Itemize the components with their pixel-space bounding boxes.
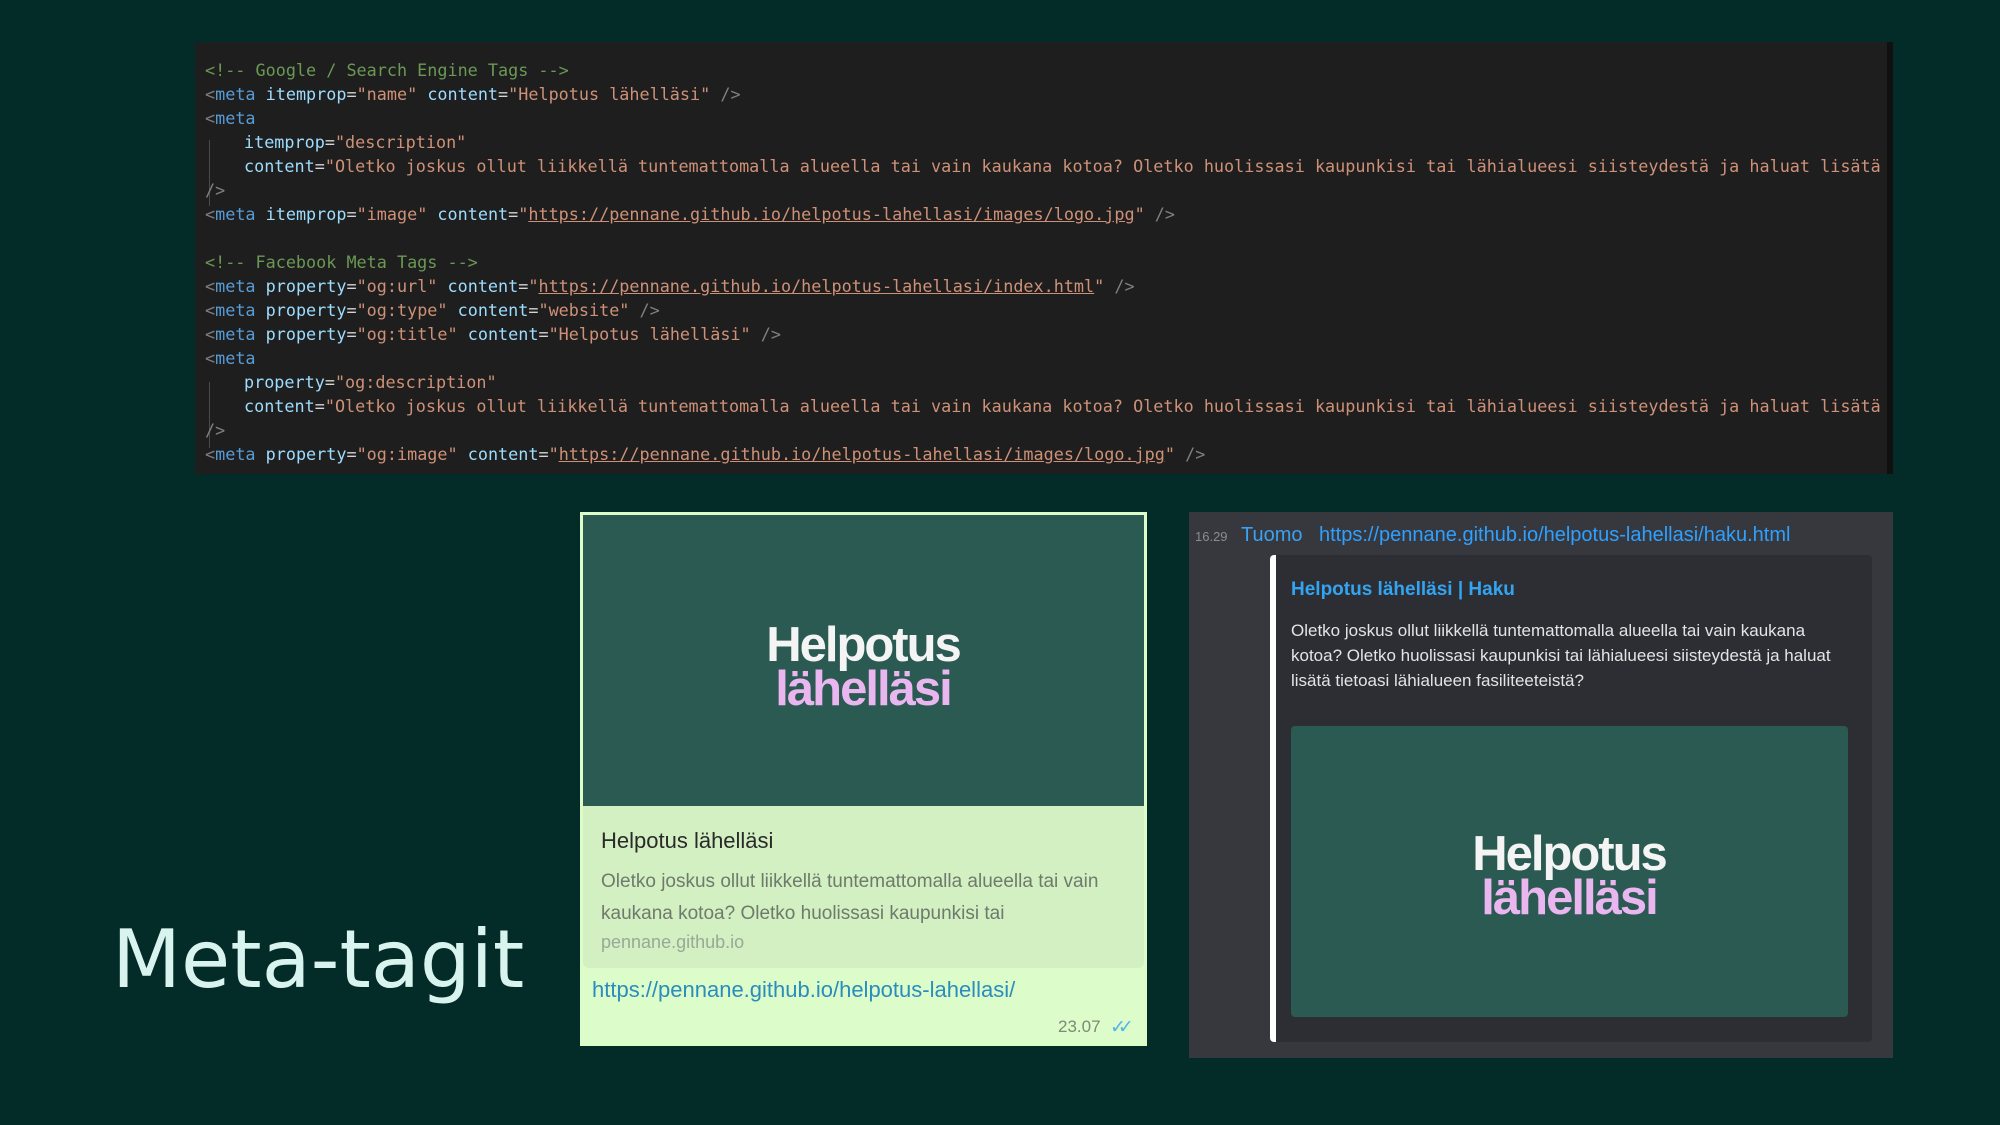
discord-message: 16.29 Tuomo https://pennane.github.io/he… [1189, 512, 1893, 1058]
message-time: 23.07 [1058, 1017, 1101, 1036]
code-line-meta-open: <meta [205, 108, 256, 128]
preview-description: Oletko joskus ollut liikkellä tuntematto… [601, 871, 1099, 924]
code-line-og-type: <meta property="og:type" content="websit… [205, 300, 660, 320]
helpotus-logo: Helpotus lähelläsi [766, 618, 962, 716]
code-line-itemprop-image: <meta itemprop="image" content="https://… [205, 204, 1176, 224]
message-link[interactable]: https://pennane.github.io/helpotus-lahel… [592, 970, 1015, 1010]
embed-title[interactable]: Helpotus lähelläsi | Haku [1291, 579, 1515, 601]
preview-meta[interactable]: Helpotus lähelläsi Oletko joskus ollut l… [583, 806, 1144, 968]
preview-image[interactable]: Helpotus lähelläsi [583, 515, 1144, 806]
code-editor-panel: <!-- Google / Search Engine Tags --> <me… [195, 42, 1893, 474]
code-line-close-2: /> [205, 420, 226, 440]
code-line-og-url: <meta property="og:url" content="https:/… [205, 276, 1135, 296]
code-link-logo-url[interactable]: https://pennane.github.io/helpotus-lahel… [528, 204, 1134, 224]
code-line-close: /> [205, 180, 226, 200]
message-timestamp: 16.29 [1195, 529, 1228, 544]
code-line-og-image: <meta property="og:image" content="https… [205, 444, 1206, 464]
whatsapp-link-preview[interactable]: Helpotus lähelläsi Helpotus lähelläsi Ol… [580, 512, 1147, 1046]
message-author[interactable]: Tuomo [1241, 524, 1303, 547]
code-line-content-description: content="Oletko joskus ollut liikkellä t… [244, 156, 1893, 176]
embed-description: Oletko joskus ollut liikkellä tuntematto… [1291, 621, 1831, 690]
code-link-index-url[interactable]: https://pennane.github.io/helpotus-lahel… [538, 276, 1094, 296]
embed-image[interactable]: Helpotus lähelläsi [1291, 726, 1848, 1017]
code-line-content-og-description: content="Oletko joskus ollut liikkellä t… [244, 396, 1893, 416]
double-check-icon: ✓✓ [1110, 1017, 1134, 1038]
code-line-itemprop-name: <meta itemprop="name" content="Helpotus … [205, 84, 741, 104]
code-line-og-description: property="og:description" [244, 372, 497, 392]
code-link-og-image-url[interactable]: https://pennane.github.io/helpotus-lahel… [559, 444, 1165, 464]
slide-title: Meta-tagit [112, 913, 525, 1006]
message-link[interactable]: https://pennane.github.io/helpotus-lahel… [1319, 524, 1790, 547]
preview-domain: pennane.github.io [601, 932, 745, 952]
code-line-itemprop-description: itemprop="description" [244, 132, 467, 152]
preview-title: Helpotus lähelläsi [601, 828, 774, 853]
code-line-og-title: <meta property="og:title" content="Helpo… [205, 324, 781, 344]
code-comment-google: <!-- Google / Search Engine Tags --> [205, 60, 569, 80]
code-line-meta-open-2: <meta [205, 348, 256, 368]
code-comment-facebook: <!-- Facebook Meta Tags --> [205, 252, 478, 272]
link-embed: Helpotus lähelläsi | Haku Oletko joskus … [1270, 555, 1872, 1042]
helpotus-logo: Helpotus lähelläsi [1472, 827, 1668, 925]
